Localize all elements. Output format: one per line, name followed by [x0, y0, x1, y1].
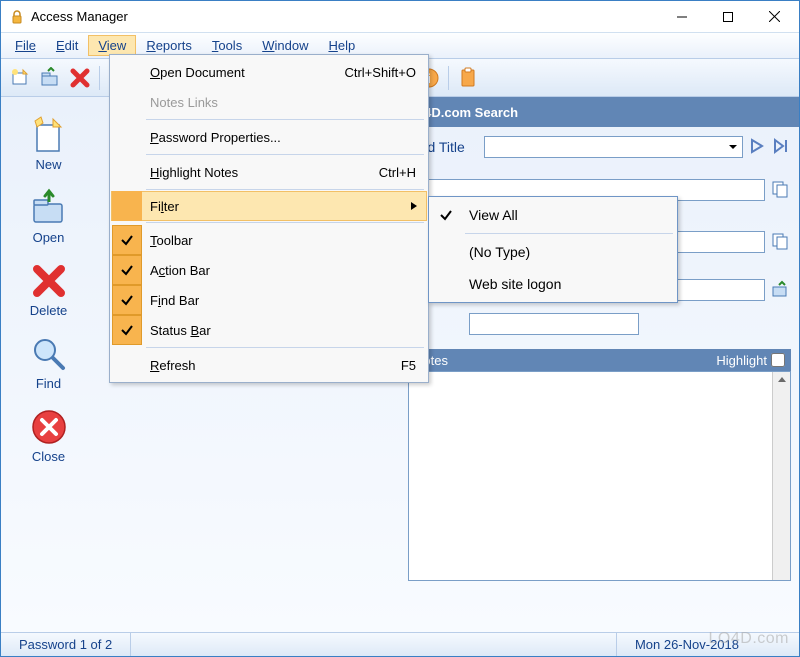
sidebar-new[interactable]: New: [9, 111, 89, 176]
search-header: O4D.com Search: [408, 97, 799, 127]
toolbar-new-icon[interactable]: [7, 65, 33, 91]
notes-header: Notes Highlight: [408, 349, 791, 371]
toolbar-separator: [99, 66, 100, 90]
toolbar-clipboard-icon[interactable]: [455, 65, 481, 91]
menu-toggle-statusbar[interactable]: Status Bar: [112, 315, 426, 345]
view-dropdown-menu: Open Document Ctrl+Shift+O Notes Links P…: [109, 54, 429, 383]
menu-separator: [146, 222, 424, 223]
new-document-icon: [29, 115, 69, 155]
open-folder-icon: [29, 188, 69, 228]
find-next-button[interactable]: [749, 138, 767, 156]
toolbar-delete-icon[interactable]: [67, 65, 93, 91]
toolbar-separator: [448, 66, 449, 90]
sidebar-close-label: Close: [32, 449, 65, 464]
check-icon: [431, 199, 461, 231]
filter-no-type[interactable]: (No Type): [431, 236, 675, 268]
menu-help[interactable]: Help: [318, 35, 365, 56]
check-icon: [112, 315, 142, 345]
sidebar-find-label: Find: [36, 376, 61, 391]
menu-view[interactable]: View: [88, 35, 136, 56]
delete-x-icon: [29, 261, 69, 301]
highlight-checkbox[interactable]: [771, 353, 785, 367]
status-middle: [131, 633, 617, 656]
window-title: Access Manager: [31, 9, 659, 24]
sidebar-close[interactable]: Close: [9, 403, 89, 468]
menu-edit[interactable]: Edit: [46, 35, 88, 56]
notes-scrollbar[interactable]: [772, 372, 790, 580]
menu-password-properties[interactable]: Password Properties...: [112, 122, 426, 152]
sidebar-delete[interactable]: Delete: [9, 257, 89, 322]
submenu-arrow-icon: [410, 199, 426, 214]
check-icon: [112, 225, 142, 255]
sidebar-new-label: New: [35, 157, 61, 172]
menu-window[interactable]: Window: [252, 35, 318, 56]
filter-website-logon[interactable]: Web site logon: [431, 268, 675, 300]
action-sidebar: New Open Delete Find Close: [1, 97, 96, 632]
sidebar-open-label: Open: [33, 230, 65, 245]
menu-separator: [146, 119, 424, 120]
title-bar: Access Manager: [1, 1, 799, 33]
close-round-icon: [29, 407, 69, 447]
close-window-button[interactable]: [751, 3, 797, 31]
menu-toggle-actionbar[interactable]: Action Bar: [112, 255, 426, 285]
form-row-type: pe: [408, 309, 791, 339]
toolbar-open-icon[interactable]: [37, 65, 63, 91]
status-bar: Password 1 of 2 Mon 26-Nov-2018: [1, 632, 799, 656]
find-bar: Find Title: [408, 133, 791, 161]
menu-tools[interactable]: Tools: [202, 35, 252, 56]
menu-filter[interactable]: Filter: [111, 191, 427, 221]
menu-refresh[interactable]: Refresh F5: [112, 350, 426, 380]
menu-toggle-toolbar[interactable]: Toolbar: [112, 225, 426, 255]
find-title-combo[interactable]: [484, 136, 743, 158]
copy-icon[interactable]: [771, 232, 791, 252]
copy-icon[interactable]: [771, 180, 791, 200]
menu-toggle-findbar[interactable]: Find Bar: [112, 285, 426, 315]
magnifier-icon: [29, 334, 69, 374]
menu-separator: [146, 189, 424, 190]
open-doc-icon[interactable]: [771, 280, 791, 300]
sidebar-delete-label: Delete: [30, 303, 68, 318]
menu-reports[interactable]: Reports: [136, 35, 202, 56]
menu-open-document[interactable]: Open Document Ctrl+Shift+O: [112, 57, 426, 87]
type-input[interactable]: [469, 313, 639, 335]
minimize-button[interactable]: [659, 3, 705, 31]
scroll-up-icon: [776, 374, 788, 384]
notes-textarea[interactable]: [408, 371, 791, 581]
filter-view-all[interactable]: View All: [431, 199, 675, 231]
menu-file[interactable]: File: [5, 35, 46, 56]
check-icon: [112, 255, 142, 285]
app-icon: [9, 9, 25, 25]
sidebar-find[interactable]: Find: [9, 330, 89, 395]
menu-separator: [465, 233, 673, 234]
status-left: Password 1 of 2: [1, 633, 131, 656]
maximize-button[interactable]: [705, 3, 751, 31]
dropdown-arrow-icon: [726, 139, 740, 158]
menu-notes-links: Notes Links: [112, 87, 426, 117]
sidebar-open[interactable]: Open: [9, 184, 89, 249]
menu-separator: [146, 347, 424, 348]
highlight-label: Highlight: [716, 353, 767, 368]
find-last-button[interactable]: [773, 138, 791, 156]
filter-submenu: View All (No Type) Web site logon: [428, 196, 678, 303]
menu-separator: [146, 154, 424, 155]
menu-highlight-notes[interactable]: Highlight Notes Ctrl+H: [112, 157, 426, 187]
check-icon: [112, 285, 142, 315]
status-date: Mon 26-Nov-2018: [617, 633, 799, 656]
